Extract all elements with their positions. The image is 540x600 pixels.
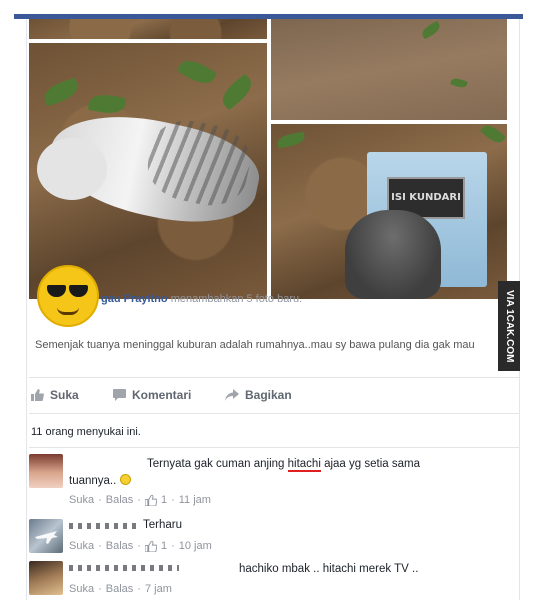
leaf-shape	[479, 124, 507, 147]
divider	[29, 413, 519, 414]
comment-timestamp[interactable]: 7 jam	[145, 583, 172, 595]
highlighted-word: hitachi	[287, 458, 321, 472]
meta-separator: ·	[137, 494, 141, 506]
meta-separator: ·	[171, 540, 175, 552]
leaf-shape	[87, 92, 127, 116]
photo-cat-lying[interactable]	[29, 43, 267, 299]
airplane-icon	[35, 531, 58, 544]
post-card: ISI KUNDARI VIA 1CAK.COM gau Prayitno me…	[26, 19, 520, 600]
photo-grave-top[interactable]	[271, 19, 507, 120]
thumbs-up-icon	[31, 389, 44, 401]
comment-meta: Suka · Balas · 7 jam	[69, 583, 172, 595]
comment-reply-link[interactable]: Balas	[106, 583, 134, 595]
comment-icon	[113, 389, 126, 401]
share-arrow-icon	[225, 389, 239, 401]
cat-sitting-shape	[345, 210, 441, 299]
commenter-name-redacted	[69, 565, 179, 571]
comment-button-label: Komentari	[132, 388, 192, 402]
sunglasses-icon	[47, 285, 89, 299]
comment-meta: Suka · Balas · 1 · 11 jam	[69, 494, 211, 506]
post-author-line: gau Prayitno menambahkan 5 foto baru.	[101, 293, 302, 305]
photo-cat-at-tombstone[interactable]: ISI KUNDARI	[271, 124, 507, 299]
leaf-shape	[41, 77, 81, 107]
comment-like-link[interactable]: Suka	[69, 583, 94, 595]
comment-text: hachiko mbak .. hitachi merek TV ..	[239, 563, 419, 575]
comment-timestamp[interactable]: 10 jam	[179, 540, 212, 552]
smiley-emoji-icon	[119, 474, 131, 485]
post-text: Semenjak tuanya meninggal kuburan adalah…	[35, 339, 475, 351]
leaf-shape	[450, 76, 468, 90]
leaf-shape	[419, 20, 443, 40]
photo-grid-top-left[interactable]	[29, 19, 267, 39]
like-button[interactable]: Suka	[31, 388, 79, 402]
thumbs-up-icon	[144, 540, 157, 552]
comment-text-part: tuannya..	[69, 475, 117, 487]
thumbs-up-icon	[144, 494, 157, 506]
commenter-name-redacted	[69, 523, 137, 529]
comment-reply-link[interactable]: Balas	[106, 540, 134, 552]
comment-meta: Suka · Balas · 1 · 10 jam	[69, 540, 212, 552]
comment-like-link[interactable]: Suka	[69, 494, 94, 506]
comment-text-line2: tuannya..	[69, 473, 131, 490]
share-button-label: Bagikan	[245, 388, 292, 402]
leaf-shape	[217, 73, 257, 111]
comment-text: Terharu	[143, 519, 182, 531]
meta-separator: ·	[137, 583, 141, 595]
share-button[interactable]: Bagikan	[225, 388, 292, 402]
divider	[29, 377, 519, 378]
commenter-avatar[interactable]	[29, 454, 63, 488]
comment-like-link[interactable]: Suka	[69, 540, 94, 552]
like-button-label: Suka	[50, 388, 79, 402]
comment-item: Ternyata gak cuman anjing hitachi ajaa y…	[29, 454, 519, 514]
comment-text-part: Ternyata gak cuman anjing	[147, 458, 288, 470]
comment-timestamp[interactable]: 11 jam	[179, 494, 211, 506]
comment-text: Ternyata gak cuman anjing hitachi ajaa y…	[147, 456, 507, 473]
meta-separator: ·	[137, 540, 141, 552]
meta-separator: ·	[98, 540, 102, 552]
author-avatar-sunglasses-emoji[interactable]	[37, 265, 99, 327]
comment-button[interactable]: Komentari	[113, 388, 191, 402]
watermark: VIA 1CAK.COM	[498, 281, 520, 371]
likes-summary[interactable]: 11 orang menyukai ini.	[31, 426, 141, 438]
author-name-link[interactable]: gau Prayitno	[101, 293, 168, 305]
divider	[29, 447, 519, 448]
leaf-shape	[276, 131, 306, 149]
cat-head-shape	[37, 138, 107, 200]
meta-separator: ·	[171, 494, 175, 506]
meta-separator: ·	[98, 494, 102, 506]
comment-like-count: 1	[160, 494, 168, 506]
comment-item: hachiko mbak .. hitachi merek TV .. Suka…	[29, 559, 519, 600]
commenter-avatar[interactable]	[29, 561, 63, 595]
comment-like-count: 1	[160, 540, 168, 552]
comment-reply-link[interactable]: Balas	[106, 494, 134, 506]
leaf-shape	[176, 55, 218, 89]
commenter-avatar[interactable]	[29, 519, 63, 553]
comment-text-part: ajaa yg setia sama	[320, 458, 420, 470]
meta-separator: ·	[98, 583, 102, 595]
post-action-text: menambahkan 5 foto baru.	[170, 293, 303, 305]
smile-shape	[57, 307, 79, 315]
